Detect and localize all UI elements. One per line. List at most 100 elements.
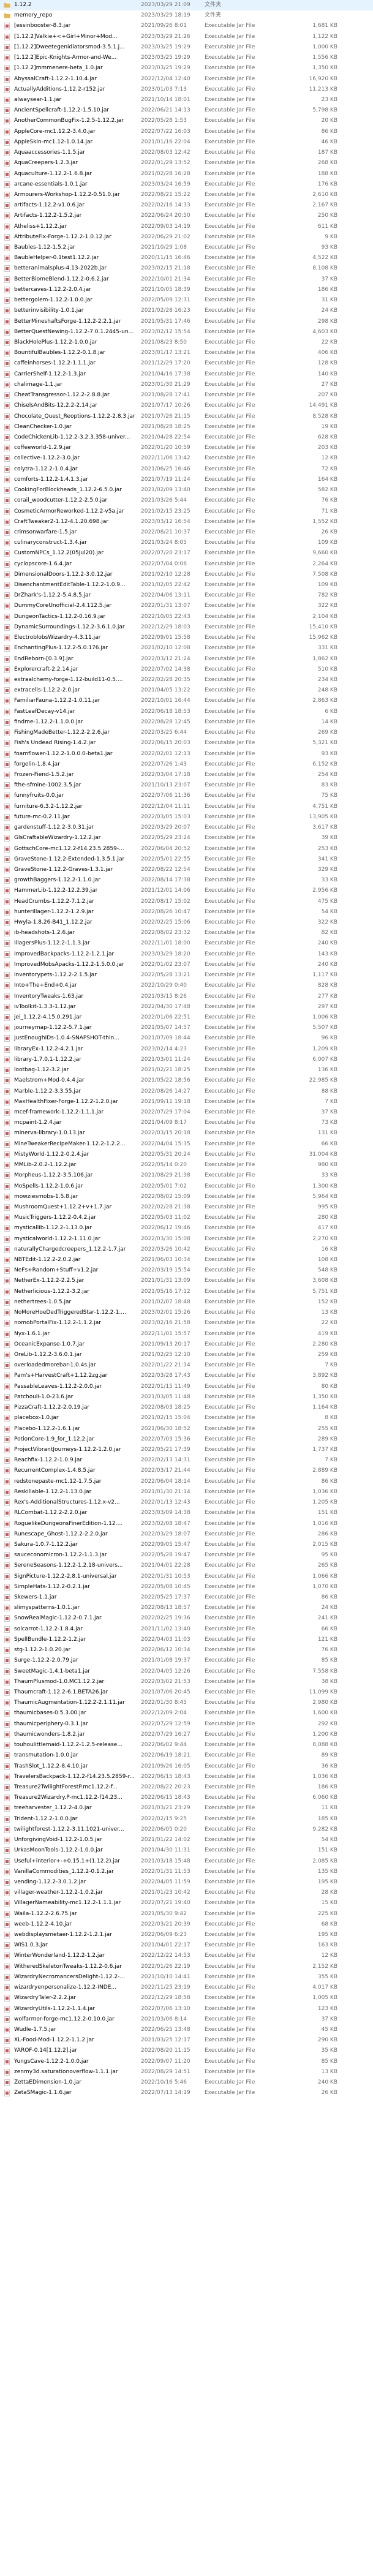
file-row[interactable]: jei_1.12.2-4.15.0.291.jar 2022/01/06 22:5… bbox=[0, 1012, 373, 1023]
file-row[interactable]: YungsCave-1.12.2-1.0.0.jar 2022/09/07 11:… bbox=[0, 2057, 373, 2067]
file-row[interactable]: RLCombat-1.12.2-2.2.0.jar 2023/03/09 14:3… bbox=[0, 1508, 373, 1518]
file-row[interactable]: CheatTransgressor-1.12.2-2.8.8.jar 2021/0… bbox=[0, 390, 373, 401]
file-row[interactable]: ThaumicAugmentation-1.12.2-2.1.11.jar 202… bbox=[0, 1698, 373, 1708]
file-row[interactable]: betteranimalsplus-4.13-2022b.jar 2023/02/… bbox=[0, 263, 373, 274]
file-row[interactable]: ZetaSMagic-1.1.6.jar 2022/07/13 14:19 Exec… bbox=[0, 2088, 373, 2098]
file-row[interactable]: mysticallib-1.12.2-1.13.0.jar 2022/06/12 … bbox=[0, 1223, 373, 1233]
file-row[interactable]: HeadCrumbs-1.12.2-7.1.2.jar 2022/08/17 15… bbox=[0, 897, 373, 907]
file-row[interactable]: Artifacts-1.12.2-1.5.2.jar 2022/06/24 20:… bbox=[0, 211, 373, 221]
file-row[interactable]: BetterMineshaftsForge-1.12.2-2.2.1.jar 20… bbox=[0, 317, 373, 327]
file-row[interactable]: InventoryTweaks-1.63.jar 2021/03/15 8:26 E… bbox=[0, 992, 373, 1002]
file-row[interactable]: solcarrot-1.12.2-1.8.4.jar 2021/11/02 13:… bbox=[0, 1624, 373, 1635]
file-row[interactable]: SpellBundle-1.12.2-1.2.jar 2022/04/03 11:… bbox=[0, 1635, 373, 1645]
file-row[interactable]: fthe-sfmine-1002.3.5.jar 2021/10/13 23:07… bbox=[0, 780, 373, 791]
file-row[interactable]: villager-weather-1.12.2-1.0.2.jar 2021/01… bbox=[0, 1888, 373, 1898]
file-row[interactable]: caffeinhorses-1.12.2-1.1.1.jar 2021/12/29… bbox=[0, 358, 373, 369]
file-row[interactable]: MusicTriggers-1.12.2-0.4.2.jar 2022/05/03… bbox=[0, 1213, 373, 1223]
file-row[interactable]: GraveStone-1.12.2-Extended-1.3.5.1.jar 20… bbox=[0, 854, 373, 865]
file-row[interactable]: MushroomQuest+1.12.2+v+1.7.jar 2022/02/28… bbox=[0, 1202, 373, 1213]
file-row[interactable]: foamflower-1.12.2-1.0.0.0-beta1.jar 2022/… bbox=[0, 749, 373, 759]
file-row[interactable]: Netherlicious-1.12.2-3.2.jar 2021/05/16 1… bbox=[0, 1287, 373, 1297]
file-row[interactable]: SnowRealMagic-1.12.2-0.7.1.jar 2022/02/25… bbox=[0, 1613, 373, 1624]
file-row[interactable]: wolfarmor-forge-mc1.12.2-0.10.0.jar 2021/… bbox=[0, 2014, 373, 2025]
file-row[interactable]: Hwyla-1.8.26-B41_1.12.2.jar 2022/02/25 15… bbox=[0, 917, 373, 928]
file-row[interactable]: CosmeticArmorReworked-1.12.2-v5a.jar 2021… bbox=[0, 507, 373, 517]
file-row[interactable]: bettergolem-1.12.2-1.0.0.jar 2022/05/09 1… bbox=[0, 295, 373, 306]
file-row[interactable]: future-mc-0.2.11.jar 2022/03/05 15:03 Exec… bbox=[0, 812, 373, 823]
file-row[interactable]: XL-Food-Mod-1.12.2-1.1.2.jar 2021/03/25 1… bbox=[0, 2035, 373, 2046]
file-row[interactable]: DynamicSurroundings-1.12.2-3.6.1.0.jar 20… bbox=[0, 622, 373, 633]
file-row[interactable]: cyclopscore-1.6.4.jar 2022/07/04 0:06 Exec… bbox=[0, 559, 373, 570]
file-row[interactable]: library-1.7.0.1-1.12.2.jar 2021/03/01 11:… bbox=[0, 1055, 373, 1065]
file-row[interactable]: CookingForBlockheads_1.12.2-6.5.0.jar 202… bbox=[0, 485, 373, 495]
file-row[interactable]: ImprovedMobsApacks-1.12.2-1.5.0.0.jar 202… bbox=[0, 960, 373, 970]
file-row[interactable]: arcane-essentials-1.0.1.jar 2023/03/24 16… bbox=[0, 179, 373, 190]
file-row[interactable]: nomobPortalFix-1.12.2-1.1.2.jar 2023/02/1… bbox=[0, 1318, 373, 1328]
file-row[interactable]: DungeonTactics-1.12.2-0.16.9.jar 2022/10/… bbox=[0, 612, 373, 622]
file-row[interactable]: Pam's+HarvestCraft+1.12.2zg.jar 2022/03/2… bbox=[0, 1371, 373, 1381]
file-row[interactable]: transmutation-1.0.0.jar 2022/06/19 18:21 E… bbox=[0, 1750, 373, 1761]
file-row[interactable]: [1.12.2]mmmenere-beta_1.0.jar 2023/03/25 … bbox=[0, 63, 373, 73]
file-row[interactable]: Explorercraft-2.2.14.jar 2022/07/02 14:38… bbox=[0, 665, 373, 675]
file-row[interactable]: VanillaCommodities_1.12.2-0.1.2.jar 2022/… bbox=[0, 1867, 373, 1877]
file-row[interactable]: FastLeafDecay-v14.jar 2022/06/18 18:53 Exe… bbox=[0, 707, 373, 717]
file-row[interactable]: extraalchemy-forge-1.12-build11-0.5.... 2… bbox=[0, 675, 373, 685]
file-row[interactable]: CustomNPCs_1.12.2(05Jul20).jar 2022/07/20… bbox=[0, 548, 373, 559]
file-row[interactable]: [1.12.2]Dweetegenidiatorsmod-3.5.1.j... 2… bbox=[0, 42, 373, 53]
file-row[interactable]: inventorypets-1.12.2-2.1.5.jar 2022/05/28… bbox=[0, 970, 373, 981]
file-row[interactable]: Into+The+End+0.4.jar 2022/10/29 0:40 Execu… bbox=[0, 981, 373, 991]
file-row[interactable]: WinterWonderland-1.12.2-1.2.jar 2022/12/2… bbox=[0, 1951, 373, 1961]
file-row[interactable]: Trident-1.12.2-1.0.0.jar 2022/02/15 9:25 E… bbox=[0, 1814, 373, 1825]
file-row[interactable]: IllagersPlus-1.12.2-1.1.3.jar 2022/11/01 … bbox=[0, 938, 373, 949]
file-row[interactable]: OreLib-1.12.2-3.6.0.1.jar 2021/02/25 12:1… bbox=[0, 1350, 373, 1360]
file-row[interactable]: vending-1.12.2-3.0.1.2.jar 2022/04/05 11:… bbox=[0, 1877, 373, 1888]
file-row[interactable]: NetherEx-1.12.2-2.2.5.jar 2021/01/31 13:0… bbox=[0, 1276, 373, 1286]
file-row[interactable]: weeb-1.12.2-4.10.jar 2022/03/21 20:39 Exec… bbox=[0, 1919, 373, 1930]
file-row[interactable]: YAROF-0.14[1.12.2].jar 2022/08/20 11:15 Ex… bbox=[0, 2046, 373, 2056]
file-row[interactable]: NoMoreHoeDedTriggeredStar-1.12.2-1.... 20… bbox=[0, 1308, 373, 1318]
file-row[interactable]: NeFs+Random+Stuff+v1.2.jar 2022/03/19 15:… bbox=[0, 1265, 373, 1276]
file-row[interactable]: DummyCoreUnofficial-2.4.112.5.jar 2022/01… bbox=[0, 601, 373, 611]
file-row[interactable]: FishingMadeBetter-1.12.2-2.2.6.jar 2022/0… bbox=[0, 728, 373, 738]
file-row[interactable]: JustEnoughIDs-1.0.4-SNAPSHOT-thin... 2021… bbox=[0, 1033, 373, 1044]
file-row[interactable]: [1.12.2]Epic-Knights-Armor-and-We... 2023… bbox=[0, 53, 373, 63]
file-row[interactable]: Aquaculture-1.12.2-1.6.8.jar 2021/02/28 1… bbox=[0, 169, 373, 179]
file-row[interactable]: EnchantingPlus-1.12.2-5.0.176.jar 2021/02… bbox=[0, 643, 373, 653]
file-row[interactable]: MistyWorld-1.12.2-0.2.4.jar 2022/05/31 20… bbox=[0, 1150, 373, 1160]
file-row[interactable]: BetterBiomeBlend-1.12.2-0.6.2.jar 2022/10… bbox=[0, 274, 373, 285]
file-row[interactable]: MaxHealthFixer-Forge-1.12.2-1.2.0.jar 202… bbox=[0, 1097, 373, 1107]
file-row[interactable]: bettercaves-1.12.2-2.0.4.jar 2021/10/05 1… bbox=[0, 285, 373, 295]
file-row[interactable]: Reachfix-1.12.2-1.0.9.jar 2022/02/13 14:3… bbox=[0, 1455, 373, 1466]
file-row[interactable]: thaumicwonders-1.8.2.jar 2022/07/29 16:27… bbox=[0, 1730, 373, 1740]
file-row[interactable]: AppleCore-mc1.12.2-3.4.0.jar 2022/07/22 1… bbox=[0, 127, 373, 137]
file-row[interactable]: Treasure2Wizardry.P-mc1.12.2-f14.23... 20… bbox=[0, 1793, 373, 1803]
file-row[interactable]: Armourers-Workshop-1.12.2-0.51.0.jar 2022… bbox=[0, 190, 373, 200]
file-row[interactable]: PotionCore-1.9_for_1.12.2.jar 2022/07/03 … bbox=[0, 1434, 373, 1445]
file-row[interactable]: thaumicperiphery-0.3.1.jar 2022/07/29 12:… bbox=[0, 1719, 373, 1730]
file-row[interactable]: ActuallyAdditions-1.12.2-r152.jar 2023/01… bbox=[0, 85, 373, 95]
file-row[interactable]: ivToolkit-1.3.3-1.12.jar 2022/04/30 17:48… bbox=[0, 1002, 373, 1012]
file-row[interactable]: extracells-1.12.2-2.0.jar 2021/04/05 13:2… bbox=[0, 685, 373, 696]
file-row[interactable]: chalimage-1.1.jar 2023/01/30 21:29 Executa… bbox=[0, 380, 373, 390]
file-row[interactable]: findme-1.12.2-1.1.0.0.jar 2022/08/28 12:4… bbox=[0, 717, 373, 728]
file-row[interactable]: growthBaggers-1.12.2-1.1.0.jar 2022/08/14… bbox=[0, 875, 373, 886]
file-row[interactable]: Placebo-1.12.2-1.6.1.jar 2021/06/30 18:52… bbox=[0, 1424, 373, 1434]
file-row[interactable]: DisenchantmentEditTable-1.12.2-1.0.9... 2… bbox=[0, 580, 373, 590]
file-row[interactable]: nethertrees-1.0.5.jar 2021/02/07 18:48 Exe… bbox=[0, 1297, 373, 1308]
file-row[interactable]: AncientSpellcraft-1.12.2-1.5.10.jar 2022/… bbox=[0, 105, 373, 116]
file-row[interactable]: redstonepaste-mc1.12-1.7.5.jar 2022/06/04… bbox=[0, 1477, 373, 1487]
file-row[interactable]: corail_woodcutter-1.12.2-2.5.0.jar 2021/0… bbox=[0, 495, 373, 506]
file-row[interactable]: Thaumcraft-1.12.2-6.1.BETA26.jar 2021/07/… bbox=[0, 1687, 373, 1698]
file-row[interactable]: webdisplaysmetaer-1.12.2-1.2.1.jar 2022/0… bbox=[0, 1930, 373, 1940]
file-row[interactable]: ProjectVibrantJourneys-1.12.2-1.2.0.jar 2… bbox=[0, 1445, 373, 1455]
file-row[interactable]: AppleSkin-mc1.12-1.0.14.jar 2021/01/16 22… bbox=[0, 137, 373, 148]
file-row[interactable]: WitheredSkeletonTweaks-1.12.2-0.6.jar 202… bbox=[0, 1962, 373, 1972]
file-row[interactable]: TrashSlot_1.12.2-8.4.10.jar 2021/09/26 16… bbox=[0, 1761, 373, 1772]
file-row[interactable]: RoguelikeDungeonsFinerEdition-1.12.... 20… bbox=[0, 1519, 373, 1529]
file-row[interactable]: mcpaint-1.2.4.jar 2021/04/09 8:17 Executab… bbox=[0, 1118, 373, 1128]
file-row[interactable]: Baubles-1.12-1.5.2.jar 2021/10/29 1:08 Exe… bbox=[0, 243, 373, 253]
file-row[interactable]: naturallyChargedcreepers_1.12.2-1.7.jar 2… bbox=[0, 1245, 373, 1255]
file-row[interactable]: ChiselsAndBits-12.2.2-2.14.jar 2021/07/17… bbox=[0, 401, 373, 411]
file-row[interactable]: mcef-framework-1.12.2-1.1.1.jar 2022/07/2… bbox=[0, 1107, 373, 1118]
file-row[interactable]: SereneSeasons-1.12.2-1.2.18-univers... 20… bbox=[0, 1561, 373, 1571]
